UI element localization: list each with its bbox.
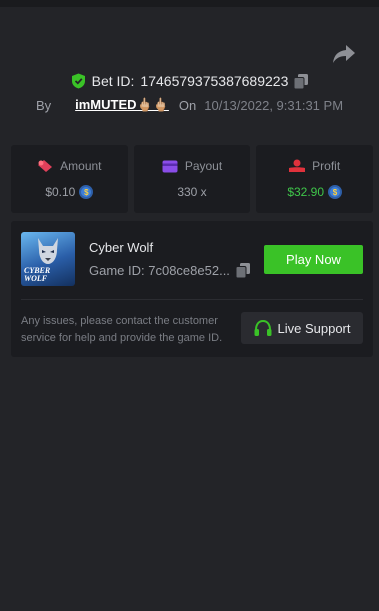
wolf-icon bbox=[38, 238, 58, 264]
profit-icon bbox=[289, 159, 306, 172]
bet-date: 10/13/2022, 9:31:31 PM bbox=[204, 97, 344, 113]
support-note: Any issues, please contact the customer … bbox=[21, 315, 223, 344]
play-now-button[interactable]: Play Now bbox=[264, 245, 363, 274]
amount-icon bbox=[38, 160, 53, 172]
profit-label: Profit bbox=[312, 159, 341, 173]
game-card: CYBER WOLF Cyber Wolf Game ID: 7c08ce8e5… bbox=[11, 221, 373, 357]
on-label: On bbox=[178, 97, 197, 113]
payout-icon bbox=[162, 160, 178, 172]
headset-icon bbox=[254, 319, 271, 336]
shield-check-icon bbox=[71, 73, 85, 89]
amount-card: Amount $0.10 $ bbox=[11, 145, 128, 213]
payout-label: Payout bbox=[184, 159, 223, 173]
game-name: Cyber Wolf bbox=[89, 240, 154, 255]
username-link[interactable]: imMUTED🖕🏼🖕🏼 bbox=[75, 97, 169, 113]
live-support-label: Live Support bbox=[277, 320, 351, 336]
game-thumbnail[interactable]: CYBER WOLF bbox=[21, 232, 75, 286]
bet-id-row: Bet ID: 1746579375387689223 bbox=[0, 71, 379, 91]
amount-label: Amount bbox=[60, 159, 102, 173]
profit-value: $32.90 bbox=[287, 185, 325, 199]
divider bbox=[21, 299, 363, 300]
bet-id-label: Bet ID: bbox=[91, 73, 135, 89]
bet-id-value: 1746579375387689223 bbox=[140, 73, 289, 89]
stats-row: Amount $0.10 $ Payout 330 x Profit $32.9… bbox=[11, 145, 374, 213]
author-row: By imMUTED🖕🏼🖕🏼 On 10/13/2022, 9:31:31 PM bbox=[0, 95, 379, 115]
copy-icon[interactable] bbox=[235, 263, 250, 278]
copy-icon[interactable] bbox=[294, 73, 309, 89]
share-icon[interactable] bbox=[332, 43, 356, 65]
game-id: Game ID: 7c08ce8e52... bbox=[89, 263, 230, 278]
game-id-row: Game ID: 7c08ce8e52... bbox=[89, 263, 250, 278]
by-label: By bbox=[35, 97, 52, 113]
thumbnail-title: CYBER WOLF bbox=[24, 266, 51, 283]
payout-value: 330 x bbox=[177, 185, 207, 199]
profit-card: Profit $32.90 $ bbox=[256, 145, 374, 213]
coin-icon: $ bbox=[79, 185, 94, 199]
amount-value: $0.10 bbox=[45, 185, 76, 199]
coin-icon: $ bbox=[328, 185, 343, 199]
top-bar bbox=[0, 0, 379, 7]
live-support-button[interactable]: Live Support bbox=[241, 312, 363, 344]
payout-card: Payout 330 x bbox=[133, 145, 251, 213]
